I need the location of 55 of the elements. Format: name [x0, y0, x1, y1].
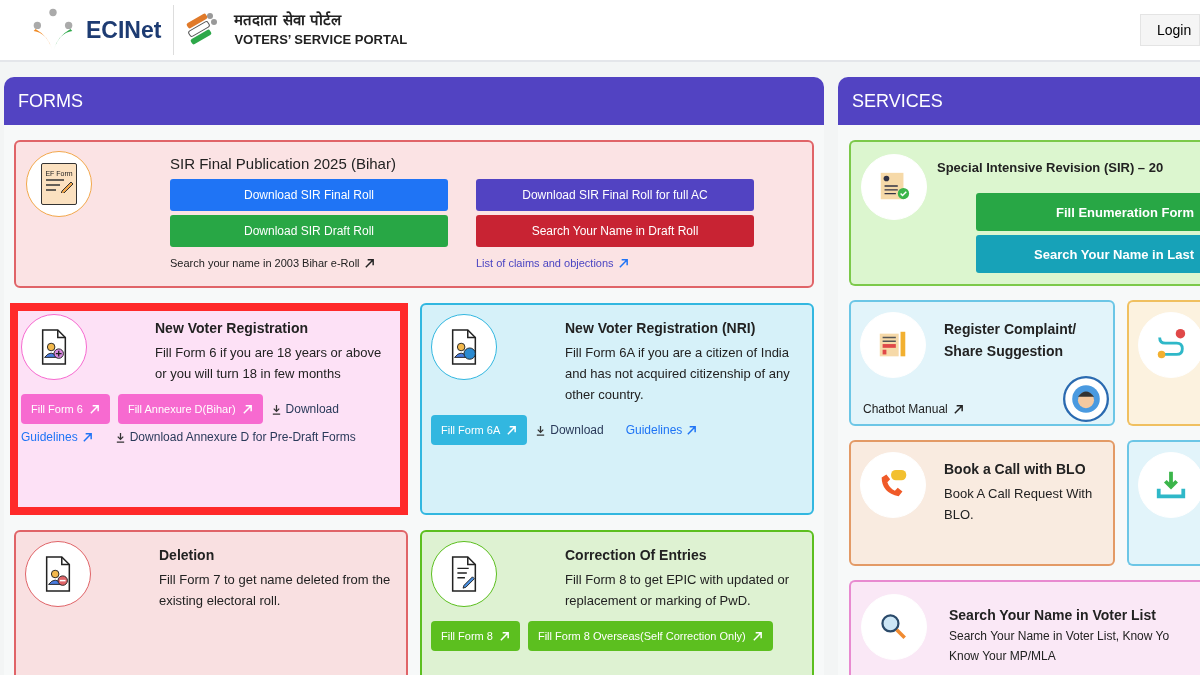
login-button[interactable]: Login: [1140, 14, 1200, 46]
portal-title: VOTERS’ SERVICE PORTAL: [234, 31, 408, 49]
download-button[interactable]: Download SIR Final Roll: [170, 179, 448, 211]
card-title: Search Your Name in Voter List: [949, 606, 1157, 625]
card-title: Special Intensive Revision (SIR) – 20: [937, 160, 1164, 175]
external-link-icon: [241, 403, 253, 415]
guidelines-link[interactable]: Guidelines: [625, 423, 698, 437]
card-description: Fill Form 6 if you are 18 years or above or you will turn 18 in few months: [155, 344, 383, 383]
card-description: Book A Call Request With BLO.: [944, 485, 1094, 524]
card-title: Book a Call with BLO: [944, 460, 1087, 479]
fill-form-button[interactable]: Fill Form 6: [21, 394, 110, 424]
portal-title-hindi: मतदाता सेवा पोर्टल: [234, 10, 343, 30]
external-link-icon: [617, 257, 629, 269]
guidelines-link[interactable]: Guidelines: [21, 430, 93, 444]
external-link-icon: [751, 630, 763, 642]
panel-title: SERVICES: [852, 90, 943, 112]
card-title: New Voter Registration: [155, 320, 309, 336]
external-link-icon: [498, 630, 510, 642]
card-title: Register Complaint/ Share Suggestion: [944, 320, 1078, 361]
chatbot-manual-link[interactable]: Chatbot Manual: [863, 402, 964, 416]
card-description: Search Your Name in Voter List, Know Yo: [949, 628, 1170, 645]
card-description: Fill Form 8 to get EPIC with updated or replacement or marking of PwD.: [565, 571, 790, 610]
download-icon: [535, 424, 547, 436]
card-title: Correction Of Entries: [565, 547, 708, 563]
fill-form-button[interactable]: Fill Form 6A: [431, 415, 528, 445]
action-button[interactable]: Search Your Name in Last: [976, 235, 1200, 273]
download-button[interactable]: Download SIR Draft Roll: [170, 215, 448, 247]
external-link-icon: [88, 403, 100, 415]
download-link[interactable]: Download: [535, 423, 604, 437]
download-icon: [270, 403, 282, 415]
brand-name: ECINet: [86, 16, 162, 44]
external-link[interactable]: Search your name in 2003 Bihar e-Roll: [170, 257, 448, 269]
card-description: Fill Form 6A if you are a citizen of India and has not acquired citizenship of any other country.: [565, 344, 791, 404]
card-description: Fill Form 7 to get name deleted from the existing electoral roll.: [159, 571, 392, 610]
fill-form-button[interactable]: Fill Form 8 Overseas(Self Correction Only): [527, 621, 773, 651]
download-icon: [114, 431, 126, 443]
external-link-icon: [506, 424, 518, 436]
external-link-icon: [952, 403, 964, 415]
download-button[interactable]: Search Your Name in Draft Roll: [476, 215, 754, 247]
fill-form-button[interactable]: Fill Annexure D(Bihar): [117, 394, 263, 424]
download-link[interactable]: Download Annexure D for Pre-Draft Forms: [114, 430, 356, 444]
card-title: SIR Final Publication 2025 (Bihar): [170, 155, 397, 172]
card-title: New Voter Registration (NRI): [565, 320, 757, 336]
external-link-icon: [81, 431, 93, 443]
download-link[interactable]: Download: [270, 402, 339, 416]
card-description: Know Your MP/MLA: [949, 648, 1057, 665]
external-link-icon: [686, 424, 698, 436]
panel-title: FORMS: [18, 90, 83, 112]
fill-form-button[interactable]: Fill Form 8: [431, 621, 520, 651]
download-button[interactable]: Download SIR Final Roll for full AC: [476, 179, 754, 211]
external-link[interactable]: List of claims and objections: [476, 257, 754, 269]
chatbot-mascot-icon: [1063, 376, 1109, 422]
card-title: Deletion: [159, 547, 216, 563]
external-link-icon: [363, 257, 375, 269]
action-button[interactable]: Fill Enumeration Form: [976, 193, 1200, 231]
